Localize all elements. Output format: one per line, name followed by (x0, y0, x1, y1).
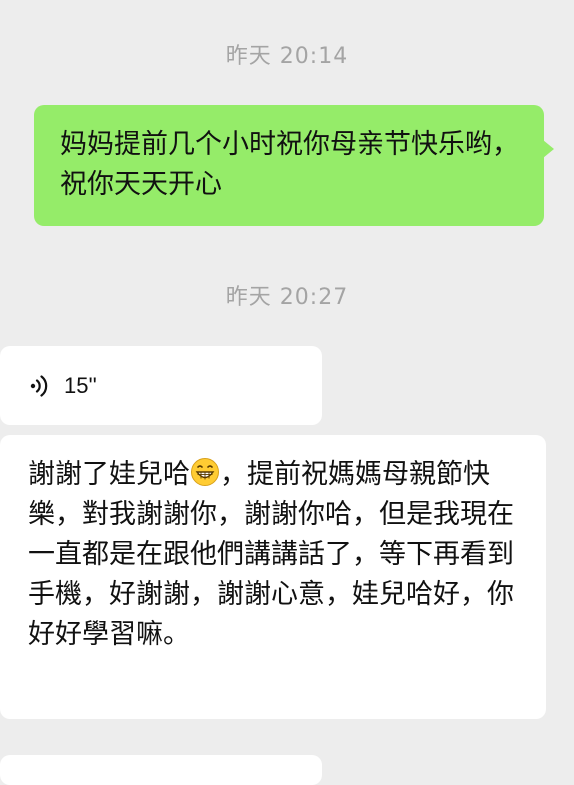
voice-duration: 15'' (64, 372, 97, 398)
sent-message-text: 妈妈提前几个小时祝你母亲节快乐哟，祝你天天开心 (60, 129, 519, 200)
partial-message-bubble[interactable] (0, 755, 322, 785)
received-message-bubble[interactable]: 謝謝了娃兒哈 ，提前祝媽媽母親節快樂，對我謝謝你，謝謝你哈，但是我現在一直都是在… (0, 435, 546, 719)
timestamp: 昨天 20:27 (225, 285, 349, 310)
grinning-face-emoji-icon (191, 458, 219, 486)
voice-message-bubble[interactable]: 15'' (0, 346, 322, 425)
received-message-text: 謝謝了娃兒哈 ，提前祝媽媽母親節快樂，對我謝謝你，謝謝你哈，但是我現在一直都是在… (28, 455, 532, 655)
voice-wave-icon (30, 374, 48, 397)
sent-message-bubble[interactable]: 妈妈提前几个小时祝你母亲节快乐哟，祝你天天开心 (34, 105, 554, 226)
timestamp: 昨天 20:14 (225, 44, 349, 69)
received-message-part-1: 謝謝了娃兒哈 (28, 459, 190, 490)
